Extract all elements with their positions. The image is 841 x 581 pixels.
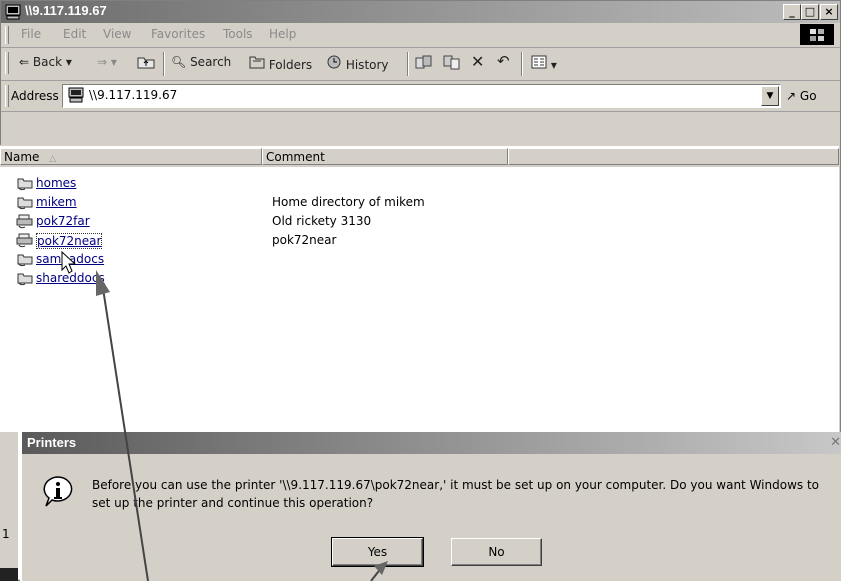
forward-dropdown-icon[interactable]: ▾: [111, 55, 117, 69]
address-bar: Address \\9.117.119.67 ▼ ↗ Go: [1, 81, 840, 112]
address-grip[interactable]: [5, 85, 9, 107]
minimize-button[interactable]: _: [783, 4, 801, 20]
menu-bar: File Edit View Favorites Tools Help: [1, 23, 840, 48]
list-header: Name △ Comment: [0, 148, 839, 167]
address-dropdown-button[interactable]: ▼: [761, 86, 779, 106]
item-comment: Old rickety 3130: [272, 214, 372, 228]
folders-icon: [249, 56, 265, 69]
dialog-message: Before you can use the printer '\\9.117.…: [92, 478, 820, 510]
forward-button[interactable]: ⇒ ▾: [97, 55, 117, 69]
back-arrow-icon: ⇐: [19, 55, 30, 69]
shared-folder-icon: [17, 273, 33, 286]
printers-dialog: Printers ✕ Before you can use the printe…: [20, 432, 841, 581]
network-computer-icon: [68, 87, 84, 103]
search-label: Search: [190, 55, 232, 69]
forward-arrow-icon: ⇒: [97, 55, 108, 69]
status-bar-fragment: 1: [0, 432, 18, 581]
back-dropdown-icon[interactable]: ▾: [66, 55, 72, 69]
folders-button[interactable]: Folders: [249, 55, 312, 72]
information-icon: [43, 476, 73, 507]
windows-logo-icon: [800, 24, 834, 45]
yes-button[interactable]: Yes: [331, 537, 424, 567]
address-label: Address: [11, 89, 59, 103]
column-header-name[interactable]: Name △: [0, 148, 262, 165]
dialog-title-bar[interactable]: Printers ✕: [22, 432, 841, 454]
back-button[interactable]: ⇐ Back ▾: [19, 55, 72, 69]
column-comment-label: Comment: [266, 150, 325, 164]
column-name-label: Name: [4, 150, 40, 164]
column-header-comment[interactable]: Comment: [262, 148, 508, 165]
window-title: \\9.117.119.67: [25, 3, 107, 18]
history-icon: [327, 55, 341, 69]
address-input[interactable]: \\9.117.119.67 ▼: [62, 84, 781, 108]
dialog-title: Printers: [27, 435, 77, 450]
close-button[interactable]: ×: [820, 4, 838, 20]
title-bar[interactable]: \\9.117.119.67 _ □ ×: [1, 1, 840, 23]
go-arrow-icon: ↗: [786, 89, 797, 103]
copy-to-icon: [443, 55, 460, 70]
item-name[interactable]: pok72far: [36, 214, 90, 228]
item-name[interactable]: homes: [36, 176, 76, 190]
search-icon: 🔍︎: [171, 55, 187, 69]
maximize-button[interactable]: □: [801, 4, 819, 20]
search-button[interactable]: 🔍︎ Search: [171, 55, 231, 69]
menu-file[interactable]: File: [21, 27, 41, 41]
move-to-button[interactable]: [415, 55, 433, 74]
views-button[interactable]: ▾: [531, 55, 557, 72]
item-name[interactable]: shareddocs: [36, 271, 105, 285]
toolbar-grip[interactable]: [5, 52, 9, 74]
folders-label: Folders: [268, 58, 313, 72]
menu-help[interactable]: Help: [269, 27, 296, 41]
menu-edit[interactable]: Edit: [63, 27, 86, 41]
column-header-blank[interactable]: [508, 148, 839, 165]
menu-grip[interactable]: [5, 26, 9, 44]
item-name[interactable]: mikem: [36, 195, 77, 209]
shared-printer-icon: [16, 214, 33, 229]
menu-tools[interactable]: Tools: [223, 27, 253, 41]
toolbar-separator: [163, 52, 165, 76]
item-comment: pok72near: [272, 233, 337, 247]
item-comment: Home directory of mikem: [272, 195, 425, 209]
shared-folder-icon: [17, 197, 33, 210]
back-label: Back: [32, 55, 63, 69]
views-dropdown-icon[interactable]: ▾: [551, 58, 557, 72]
undo-icon[interactable]: ↶: [497, 52, 510, 70]
network-computer-icon: [5, 4, 21, 20]
shared-folder-icon: [17, 254, 33, 267]
no-button[interactable]: No: [451, 538, 542, 566]
standard-toolbar: ⇐ Back ▾ ⇒ ▾ 🔍︎ Search Folders History ✕…: [1, 48, 840, 81]
status-text: 1: [2, 527, 10, 541]
delete-icon[interactable]: ✕: [471, 52, 484, 71]
toolbar-separator: [407, 52, 409, 76]
dialog-close-icon[interactable]: ✕: [830, 435, 841, 450]
taskbar-fragment: [0, 568, 18, 581]
up-folder-button[interactable]: [137, 55, 155, 72]
go-label: Go: [799, 89, 817, 103]
move-to-icon: [415, 55, 432, 69]
item-name[interactable]: pok72near: [36, 233, 103, 249]
views-icon: [531, 55, 547, 69]
history-label: History: [345, 58, 389, 72]
copy-to-button[interactable]: [443, 55, 461, 74]
address-value: \\9.117.119.67: [89, 88, 178, 102]
sort-ascending-icon: △: [49, 154, 57, 164]
shared-printer-icon: [16, 233, 33, 248]
toolbar-separator: [521, 52, 523, 76]
go-button[interactable]: ↗ Go: [786, 89, 817, 103]
item-name[interactable]: sambadocs: [36, 252, 104, 266]
up-folder-icon: [137, 57, 155, 69]
menu-view[interactable]: View: [103, 27, 131, 41]
shared-folder-icon: [17, 178, 33, 191]
history-button[interactable]: History: [326, 55, 389, 72]
menu-favorites[interactable]: Favorites: [151, 27, 205, 41]
